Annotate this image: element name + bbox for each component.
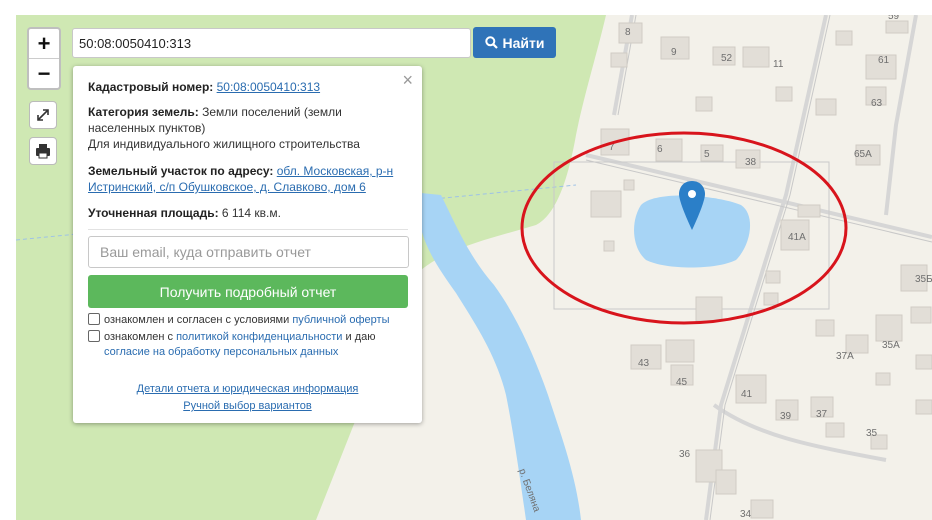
house-number: 61 bbox=[878, 55, 890, 66]
email-field[interactable] bbox=[88, 236, 409, 268]
area-row: Уточненная площадь: 6 114 кв.м. bbox=[88, 205, 402, 221]
address-link[interactable]: обл. Московская, р-н bbox=[277, 164, 393, 178]
privacy-checkbox[interactable] bbox=[88, 330, 100, 342]
house-number: 38 bbox=[745, 157, 757, 168]
privacy-policy-link[interactable]: политикой конфиденциальности bbox=[176, 331, 342, 343]
house-number: 8 bbox=[625, 27, 631, 38]
land-category-label: Категория земель: bbox=[88, 105, 199, 119]
house-number: 6 bbox=[657, 144, 663, 155]
details-row: Детали отчета и юридическая информация bbox=[73, 383, 422, 395]
zoom-in-button[interactable]: + bbox=[29, 29, 59, 58]
house-number: 52 bbox=[721, 53, 733, 64]
address-row: Земельный участок по адресу: обл. Москов… bbox=[88, 163, 402, 195]
report-details-link[interactable]: Детали отчета и юридическая информация bbox=[137, 383, 359, 395]
search-icon bbox=[484, 36, 498, 49]
divider bbox=[88, 229, 408, 230]
house-number: 37А bbox=[836, 351, 854, 362]
offer-consent: ознакомлен и согласен с условиями публич… bbox=[88, 313, 390, 328]
house-number: 41 bbox=[741, 389, 753, 400]
privacy-consent: ознакомлен с политикой конфиденциальност… bbox=[88, 330, 375, 360]
public-offer-link[interactable]: публичной оферты bbox=[292, 314, 389, 326]
print-button[interactable] bbox=[29, 137, 57, 165]
parcel-info-panel: × Кадастровый номер: 50:08:0050410:313 К… bbox=[73, 66, 422, 423]
cadastral-number-label: Кадастровый номер: bbox=[88, 80, 214, 94]
house-number: 43 bbox=[638, 358, 650, 369]
search-button[interactable]: Найти bbox=[473, 27, 556, 58]
privacy-consent-and: и даю bbox=[342, 331, 376, 343]
house-number: 5 bbox=[704, 149, 710, 160]
house-number: 11 bbox=[773, 59, 784, 70]
privacy-consent-text: ознакомлен с bbox=[104, 331, 177, 343]
printer-icon bbox=[36, 144, 50, 159]
close-icon[interactable]: × bbox=[402, 70, 413, 91]
manual-selection-link[interactable]: Ручной выбор вариантов bbox=[183, 400, 311, 412]
data-processing-link[interactable]: согласие на обработку персональных данны… bbox=[104, 346, 338, 358]
house-number: 37 bbox=[816, 409, 828, 420]
address-link-cont[interactable]: Истринский, с/п Обушковское, д. Славково… bbox=[88, 180, 366, 194]
expand-icon bbox=[37, 109, 49, 121]
area-label: Уточненная площадь: bbox=[88, 206, 219, 220]
house-number: 35 bbox=[866, 428, 878, 439]
area-value: 6 114 кв.м. bbox=[218, 206, 281, 220]
house-number: 35А bbox=[882, 340, 900, 351]
house-number: 63 bbox=[871, 98, 883, 109]
house-number: 41А bbox=[788, 232, 806, 243]
fullscreen-button[interactable] bbox=[29, 101, 57, 129]
house-number: 9 bbox=[671, 47, 677, 58]
land-category-value: Земли поселений (земли bbox=[198, 105, 342, 119]
offer-checkbox[interactable] bbox=[88, 313, 100, 325]
zoom-control: + − bbox=[27, 27, 61, 90]
offer-consent-text: ознакомлен и согласен с условиями bbox=[104, 314, 293, 326]
house-number: 35Б bbox=[915, 274, 932, 285]
house-number: 34 bbox=[740, 509, 752, 520]
cadastral-number-link[interactable]: 50:08:0050410:313 bbox=[217, 80, 320, 94]
house-number: 59 bbox=[888, 15, 900, 22]
house-number: 45 bbox=[676, 377, 688, 388]
address-label: Земельный участок по адресу: bbox=[88, 164, 274, 178]
house-number: 65А bbox=[854, 149, 872, 160]
land-category-value-cont: населенных пунктов) bbox=[88, 121, 206, 135]
get-report-button[interactable]: Получить подробный отчет bbox=[88, 275, 408, 308]
house-number: 36 bbox=[679, 449, 691, 460]
manual-row: Ручной выбор вариантов bbox=[73, 400, 422, 412]
cadastral-search-input[interactable] bbox=[72, 28, 471, 58]
land-category-row: Категория земель: Земли поселений (земли… bbox=[88, 104, 402, 152]
house-number: 39 bbox=[780, 411, 792, 422]
cadastral-number-row: Кадастровый номер: 50:08:0050410:313 bbox=[88, 79, 402, 95]
land-use-value: Для индивидуального жилищного строительс… bbox=[88, 137, 360, 151]
zoom-out-button[interactable]: − bbox=[29, 58, 59, 88]
search-button-label: Найти bbox=[502, 34, 545, 51]
